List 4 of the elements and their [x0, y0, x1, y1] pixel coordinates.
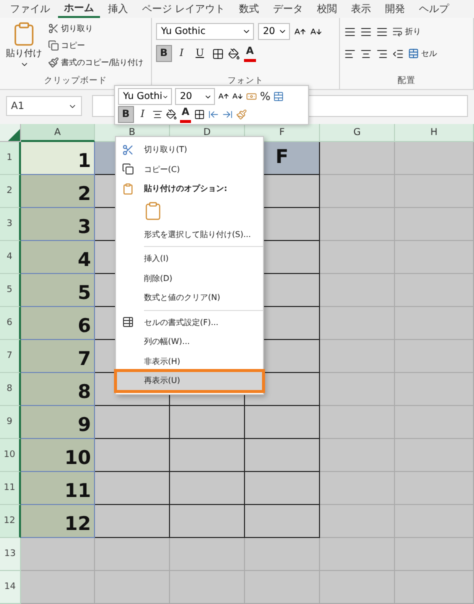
menu-heading: 貼り付けのオプション:	[116, 179, 263, 198]
group-label: フォント	[226, 74, 264, 88]
group-label: クリップボード	[43, 74, 108, 88]
group-label: 配置	[396, 74, 416, 88]
